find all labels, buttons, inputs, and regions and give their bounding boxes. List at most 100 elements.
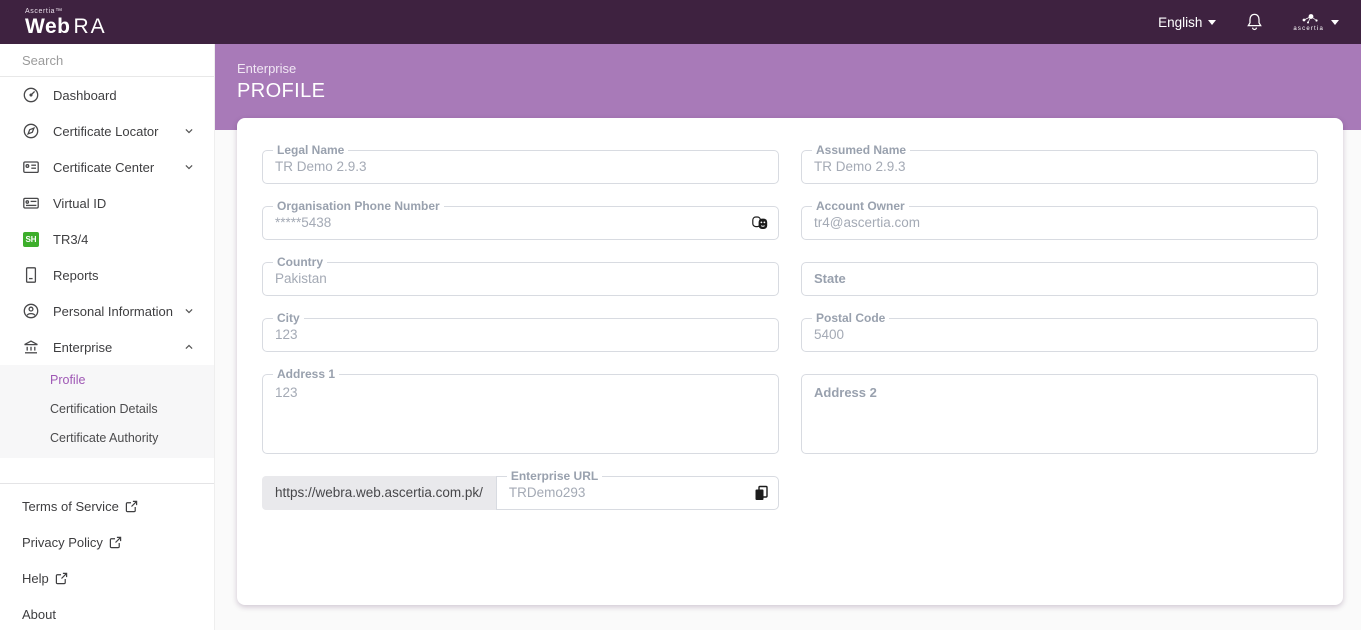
field-label: Assumed Name [812, 143, 910, 158]
chevron-down-icon [182, 304, 196, 318]
field-value: 123 [263, 375, 778, 400]
copy-icon [754, 486, 768, 501]
topbar: Ascertia™ WebRA English [0, 0, 1361, 44]
enterprise-url-field[interactable]: Enterprise URL TRDemo293 [496, 476, 779, 510]
sidebar-item-enterprise[interactable]: Enterprise [0, 329, 214, 365]
field-label: Address 1 [273, 367, 339, 382]
chevron-down-icon [182, 124, 196, 138]
field-value: 123 [263, 319, 778, 351]
profile-form-card: Legal Name TR Demo 2.9.3 Assumed Name TR… [237, 118, 1343, 605]
external-link-icon [55, 572, 68, 585]
copy-url-button[interactable] [754, 486, 768, 501]
account-logo-text: ascertia [1293, 26, 1324, 32]
privacy-policy-link[interactable]: Privacy Policy [0, 524, 214, 560]
notifications-button[interactable] [1244, 12, 1265, 33]
footer-link-label: Privacy Policy [22, 535, 103, 550]
sidebar-item-label: Dashboard [53, 88, 117, 103]
account-logo: ascertia [1293, 13, 1324, 32]
address2-field[interactable]: Address 2 [801, 374, 1318, 454]
assumed-name-field[interactable]: Assumed Name TR Demo 2.9.3 [801, 150, 1318, 184]
sidebar-item-label: TR3/4 [53, 232, 88, 247]
sidebar-item-virtual-id[interactable]: Virtual ID [0, 185, 214, 221]
sidebar: Dashboard Certificate Locator Certificat… [0, 44, 215, 630]
footer-link-label: Terms of Service [22, 499, 119, 514]
field-label: State [802, 263, 1317, 295]
enterprise-icon [22, 338, 40, 356]
sidebar-item-label: Certificate Locator [53, 124, 159, 139]
field-label: Enterprise URL [507, 469, 602, 484]
submenu-item-certificate-authority[interactable]: Certificate Authority [0, 423, 214, 452]
terms-of-service-link[interactable]: Terms of Service [0, 488, 214, 524]
brand-web: Web [25, 15, 70, 38]
state-field[interactable]: State [801, 262, 1318, 296]
language-selector[interactable]: English [1158, 15, 1216, 30]
sidebar-item-reports[interactable]: Reports [0, 257, 214, 293]
sidebar-item-tr34[interactable]: SH TR3/4 [0, 221, 214, 257]
submenu-item-label: Certification Details [50, 402, 158, 416]
legal-name-field[interactable]: Legal Name TR Demo 2.9.3 [262, 150, 779, 184]
about-link[interactable]: About [0, 596, 214, 630]
footer-link-label: Help [22, 571, 49, 586]
virtual-id-icon [22, 194, 40, 212]
enterprise-submenu: Profile Certification Details Certificat… [0, 365, 214, 458]
submenu-item-profile[interactable]: Profile [0, 365, 214, 394]
main-content: Enterprise PROFILE Legal Name TR Demo 2.… [215, 44, 1361, 630]
field-label: Address 2 [802, 375, 1317, 400]
sidebar-item-certificate-center[interactable]: Certificate Center [0, 149, 214, 185]
postal-code-field[interactable]: Postal Code 5400 [801, 318, 1318, 352]
organisation-phone-field[interactable]: Organisation Phone Number *****5438 [262, 206, 779, 240]
field-label: City [273, 311, 304, 326]
country-field[interactable]: Country Pakistan [262, 262, 779, 296]
tr34-badge: SH [23, 232, 39, 247]
field-label: Legal Name [273, 143, 348, 158]
brand-supertitle: Ascertia™ [25, 8, 107, 15]
sidebar-item-label: Virtual ID [53, 196, 106, 211]
external-link-icon [109, 536, 122, 549]
chevron-down-icon [1208, 20, 1216, 25]
submenu-item-label: Profile [50, 373, 85, 387]
certificate-center-icon [22, 158, 40, 176]
certificate-locator-icon [22, 122, 40, 140]
tr34-icon: SH [22, 230, 40, 248]
footer-link-label: About [22, 607, 56, 622]
breadcrumb: Enterprise [237, 61, 1361, 76]
page-title: PROFILE [237, 80, 1361, 103]
sidebar-item-certificate-locator[interactable]: Certificate Locator [0, 113, 214, 149]
address1-field[interactable]: Address 1 123 [262, 374, 779, 454]
city-field[interactable]: City 123 [262, 318, 779, 352]
field-label: Postal Code [812, 311, 889, 326]
brand-title: WebRA [25, 16, 107, 37]
sidebar-item-label: Enterprise [53, 340, 112, 355]
enterprise-url-row: https://webra.web.ascertia.com.pk/ Enter… [262, 476, 779, 510]
enterprise-url-prefix: https://webra.web.ascertia.com.pk/ [262, 476, 496, 510]
sidebar-item-label: Reports [53, 268, 99, 283]
field-label: Country [273, 255, 327, 270]
submenu-item-certification-details[interactable]: Certification Details [0, 394, 214, 423]
chevron-down-icon [182, 160, 196, 174]
topbar-actions: English ascertia [1158, 12, 1339, 33]
account-owner-field[interactable]: Account Owner tr4@ascertia.com [801, 206, 1318, 240]
account-menu[interactable]: ascertia [1293, 13, 1339, 32]
field-label: Organisation Phone Number [273, 199, 444, 214]
sidebar-item-dashboard[interactable]: Dashboard [0, 77, 214, 113]
brand-ra: RA [73, 15, 106, 38]
sidebar-item-personal-information[interactable]: Personal Information [0, 293, 214, 329]
field-value: Pakistan [263, 263, 778, 295]
sidebar-search [0, 44, 214, 77]
chevron-down-icon [1331, 20, 1339, 25]
app-logo[interactable]: Ascertia™ WebRA [25, 8, 107, 37]
field-label: Account Owner [812, 199, 909, 214]
sidebar-item-label: Personal Information [53, 304, 173, 319]
search-input[interactable] [22, 53, 198, 68]
mask-icon [752, 216, 768, 230]
reports-icon [22, 266, 40, 284]
ascertia-molecule-icon [1296, 13, 1322, 25]
sidebar-item-label: Certificate Center [53, 160, 154, 175]
external-link-icon [125, 500, 138, 513]
sidebar-footer: Terms of Service Privacy Policy Help Abo… [0, 483, 214, 630]
unmask-button[interactable] [752, 216, 768, 230]
dashboard-icon [22, 86, 40, 104]
submenu-item-label: Certificate Authority [50, 431, 158, 445]
help-link[interactable]: Help [0, 560, 214, 596]
personal-information-icon [22, 302, 40, 320]
